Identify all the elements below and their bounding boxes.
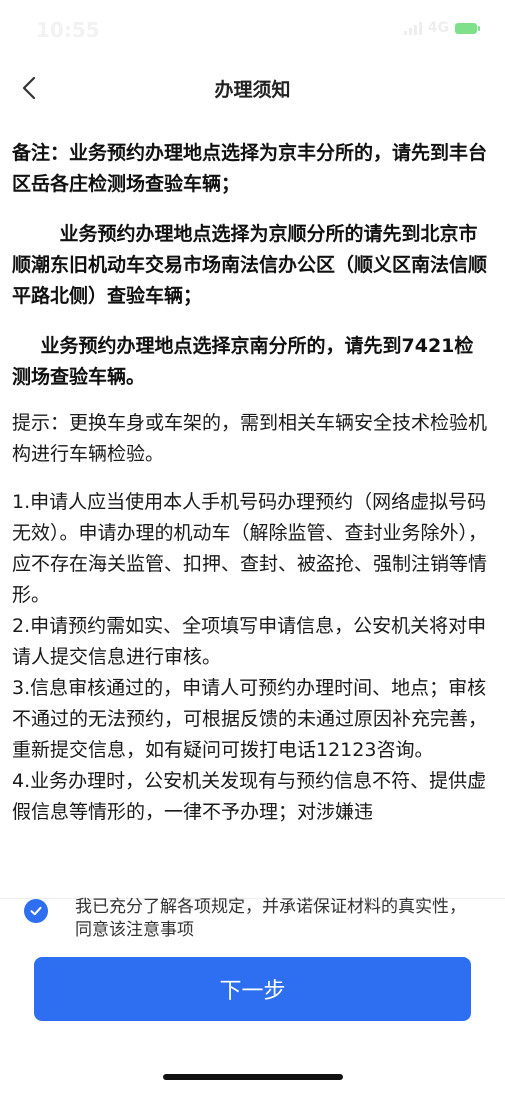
rule-item: 1.申请人应当使用本人手机号码办理预约（网络虚拟号码无效）。申请办理的机动车（解…	[12, 491, 488, 606]
tip-text: 提示：更换车身或车架的，需到相关车辆安全技术检验机构进行车辆检验。	[12, 412, 488, 465]
signal-icon	[403, 21, 422, 35]
status-time: 10:55	[36, 18, 100, 42]
nav-bar: 办理须知	[0, 60, 505, 116]
notice-jingnan: 业务预约办理地点选择京南分所的，请先到7421检测场查验车辆。	[12, 335, 474, 388]
rule-item: 3.信息审核通过的，申请人可预约办理时间、地点；审核不通过的无法预约，可根据反馈…	[12, 677, 488, 761]
network-label: 4G	[427, 20, 449, 36]
notice-jingshun: 业务预约办理地点选择为京顺分所的请先到北京市顺潮东旧机动车交易市场南法信办公区（…	[12, 223, 488, 307]
content-fade	[0, 868, 505, 898]
rule-item: 2.申请预约需如实、全项填写申请信息，公安机关将对申请人提交信息进行审核。	[12, 615, 487, 668]
status-indicators: 4G	[403, 20, 480, 36]
agreement-text: 我已充分了解各项规定，并承诺保证材料的真实性， 同意该注意事项	[75, 897, 466, 940]
agreement-row[interactable]: 我已充分了解各项规定，并承诺保证材料的真实性， 同意该注意事项	[24, 896, 484, 942]
check-icon	[30, 906, 42, 916]
status-bar: 10:55 4G	[0, 0, 505, 60]
page-title: 办理须知	[214, 79, 291, 101]
notice-jingfeng: 备注：业务预约办理地点选择为京丰分所的，请先到丰台区岳各庄检测场查验车辆；	[12, 142, 488, 195]
rule-item: 4.业务办理时，公安机关发现有与预约信息不符、提供虚假信息等情形的，一律不予办理…	[12, 770, 487, 823]
home-indicator	[163, 1074, 343, 1080]
agree-checkbox[interactable]	[24, 899, 48, 923]
notice-content[interactable]: 备注：业务预约办理地点选择为京丰分所的，请先到丰台区岳各庄检测场查验车辆； 业务…	[12, 138, 490, 898]
next-button[interactable]: 下一步	[34, 957, 471, 1021]
battery-icon	[455, 22, 480, 34]
